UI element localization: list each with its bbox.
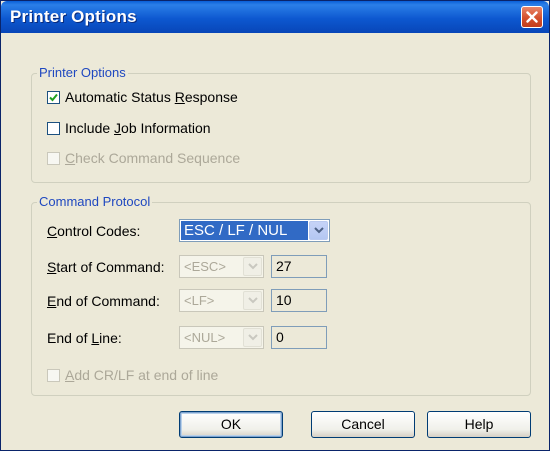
- title-bar[interactable]: Printer Options: [1, 1, 549, 33]
- end-of-command-combo-value: <LF>: [184, 293, 215, 308]
- automatic-status-check[interactable]: [47, 90, 60, 104]
- include-job-check[interactable]: [47, 121, 60, 135]
- chevron-down-icon: [247, 263, 258, 270]
- chevron-down-icon: [313, 227, 324, 234]
- dropdown-arrow[interactable]: [243, 257, 262, 276]
- end-of-line-select[interactable]: <NUL>: [179, 326, 264, 349]
- close-button[interactable]: [521, 6, 543, 28]
- end-of-line-code-input[interactable]: 0: [271, 326, 327, 349]
- end-of-line-combo-value: <NUL>: [184, 330, 226, 345]
- include-job-information-checkbox[interactable]: Include Job Information: [47, 120, 211, 136]
- start-of-command-code-input[interactable]: 27: [271, 255, 327, 278]
- end-of-line-label: End of Line:: [47, 330, 122, 346]
- dropdown-arrow[interactable]: [243, 328, 262, 347]
- automatic-status-label: Automatic Status Response: [65, 89, 238, 105]
- check-command-label: Check Command Sequence: [65, 150, 241, 166]
- end-of-command-label: End of Command:: [47, 293, 160, 309]
- help-button[interactable]: Help: [427, 411, 531, 438]
- add-crlf-checkbox[interactable]: Add CR/LF at end of line: [47, 367, 218, 383]
- window-title: Printer Options: [10, 7, 137, 26]
- printer-options-legend: Printer Options: [37, 65, 128, 80]
- close-icon: [526, 11, 538, 23]
- add-crlf-label: Add CR/LF at end of line: [65, 367, 219, 383]
- dropdown-arrow[interactable]: [309, 221, 328, 240]
- chevron-down-icon: [247, 297, 258, 304]
- ok-button[interactable]: OK: [179, 411, 283, 438]
- include-job-label: Include Job Information: [65, 120, 211, 136]
- add-crlf-check[interactable]: [47, 368, 60, 382]
- check-command-sequence-checkbox[interactable]: Check Command Sequence: [47, 150, 240, 166]
- printer-options-dialog: Printer Options Printer Options Automati…: [0, 0, 550, 451]
- end-of-command-select[interactable]: <LF>: [179, 289, 264, 312]
- check-command-check[interactable]: [47, 151, 60, 165]
- end-of-command-code-input[interactable]: 10: [271, 289, 327, 312]
- dropdown-arrow[interactable]: [243, 291, 262, 310]
- checkmark-icon: [49, 93, 58, 101]
- start-of-command-label: Start of Command:: [47, 259, 165, 275]
- start-of-command-combo-value: <ESC>: [184, 259, 226, 274]
- control-codes-select[interactable]: ESC / LF / NUL: [179, 219, 330, 242]
- control-codes-label: Control Codes:: [47, 223, 141, 239]
- cancel-button[interactable]: Cancel: [311, 411, 415, 438]
- automatic-status-response-checkbox[interactable]: Automatic Status Response: [47, 89, 238, 105]
- control-codes-value: ESC / LF / NUL: [181, 221, 308, 240]
- command-protocol-legend: Command Protocol: [37, 194, 153, 209]
- chevron-down-icon: [247, 334, 258, 341]
- start-of-command-select[interactable]: <ESC>: [179, 255, 264, 278]
